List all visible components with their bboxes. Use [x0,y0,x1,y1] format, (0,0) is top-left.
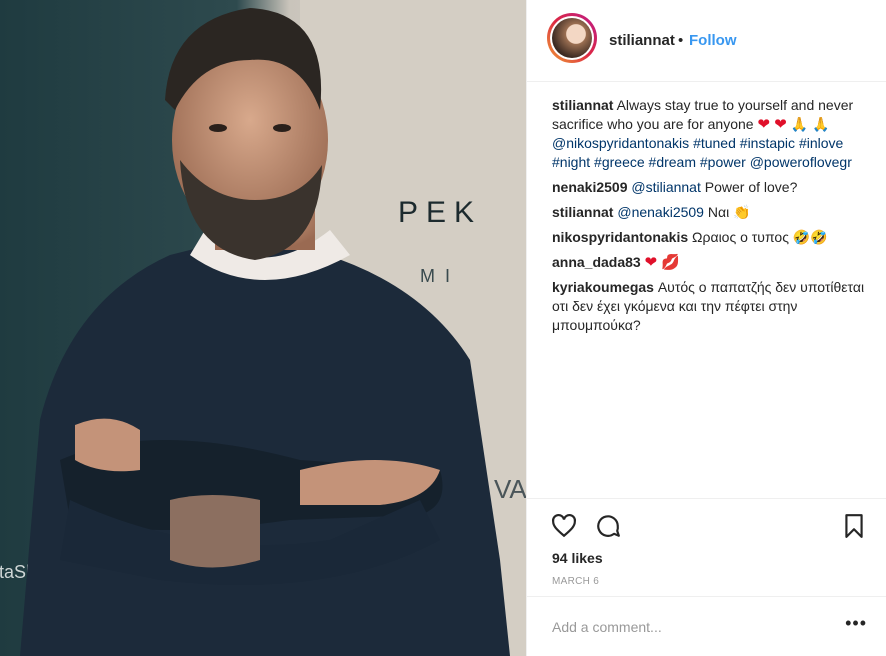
hashtag-link[interactable]: #night [552,154,590,170]
bookmark-icon[interactable] [841,513,867,539]
comment-emoji: ❤ ❤ [757,116,787,133]
hashtag-link[interactable]: #inlove [799,135,843,151]
header-username[interactable]: stiliannat [609,32,675,49]
comments-list: stiliannat Always stay true to yourself … [552,96,872,341]
brand-text-right: VA [494,474,526,504]
post-panel: stiliannat • Follow stiliannat Always st… [526,0,886,656]
comment-item: anna_dada83 ❤ 💋 [552,253,872,272]
post-header: stiliannat • Follow [527,0,886,82]
post-date[interactable]: MARCH 6 [552,576,599,587]
comment-item: kyriakoumegas Αυτός ο παπατζής δεν υποτί… [552,278,872,335]
comment-prayer-emoji: 🙏 🙏 [790,116,830,132]
likes-count[interactable]: 94 likes [552,550,603,566]
hashtag-link[interactable]: #dream [649,154,696,170]
comment-icon[interactable] [595,513,621,539]
follow-button[interactable]: Follow [689,32,737,49]
comment-item: nenaki2509 @stiliannat Power of love? [552,178,872,197]
add-comment-bar: Add a comment... ••• [527,596,886,656]
mention-link[interactable]: @nenaki2509 [617,204,704,220]
mention-link[interactable]: @nikospyridantonakis [552,135,689,151]
action-bar [527,498,886,538]
comment-user[interactable]: stiliannat [552,97,613,113]
add-comment-input[interactable]: Add a comment... [552,619,662,635]
comment-text: Ναι [707,204,730,220]
comment-user[interactable]: kyriakoumegas [552,279,654,295]
comment-text: Ωραιος ο τυπος [692,229,789,245]
header-dot: • [678,32,684,49]
hashtag-link[interactable]: #instapic [740,135,795,151]
heart-icon[interactable] [551,513,577,539]
hashtag-link[interactable]: #tuned [693,135,736,151]
more-icon[interactable]: ••• [845,613,867,634]
comment-caption: stiliannat Always stay true to yourself … [552,96,872,172]
hashtag-link[interactable]: #greece [594,154,645,170]
comment-user[interactable]: nikospyridantonakis [552,229,688,245]
avatar-image [552,18,592,58]
mention-link[interactable]: @stiliannat [631,179,700,195]
brand-text-bottom: MI [420,266,460,286]
avatar[interactable] [547,13,597,63]
comment-emoji: 👏 [733,204,751,220]
comment-item: nikospyridantonakis Ωραιος ο τυπος 🤣🤣 [552,228,872,247]
hashtag-link[interactable]: #power [700,154,746,170]
comment-user[interactable]: stiliannat [552,204,613,220]
brand-text-top: PEK [398,196,482,229]
comment-user[interactable]: nenaki2509 [552,179,628,195]
comment-text: Power of love? [704,179,798,195]
post-photo[interactable]: PEK MI VA staShoes [0,0,526,656]
comment-user[interactable]: anna_dada83 [552,254,641,270]
mention-link[interactable]: @poweroflovegr [750,154,852,170]
comment-item: stiliannat @nenaki2509 Ναι 👏 [552,203,872,222]
comment-emoji: 🤣🤣 [792,229,828,245]
comment-emoji: ❤ 💋 [644,254,681,271]
man-photo: PEK MI VA staShoes [0,0,526,656]
